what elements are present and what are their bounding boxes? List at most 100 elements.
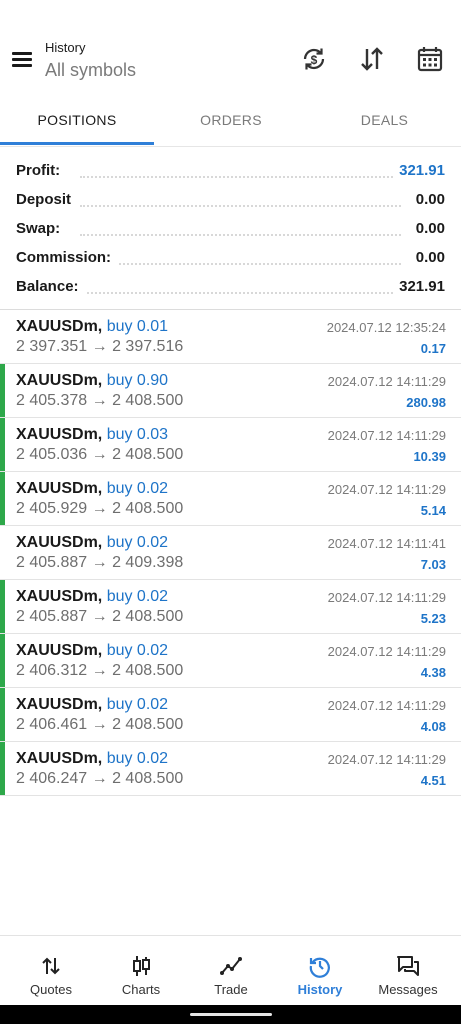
summary-row-balance: Balance: 321.91	[0, 274, 461, 303]
nav-label: Messages	[378, 982, 438, 997]
trade-profit: 280.98	[406, 395, 446, 410]
trade-direction: buy 0.02	[106, 480, 169, 497]
hamburger-menu-icon[interactable]	[12, 52, 32, 67]
home-gesture-handle[interactable]	[190, 1013, 272, 1016]
trade-direction: buy 0.02	[106, 534, 169, 551]
trade-direction: buy 0.03	[106, 426, 169, 443]
symbol-name: XAUUSDm,	[16, 588, 103, 605]
price-range: 2 406.247 → 2 408.500	[16, 770, 184, 787]
trade-time: 2024.07.12 14:11:29	[327, 698, 446, 713]
position-symbol: XAUUSDm, buy 0.02	[16, 750, 168, 768]
summary-row-deposit: Deposit 0.00	[0, 187, 461, 216]
price-range: 2 405.887 → 2 409.398	[16, 554, 184, 571]
trade-time: 2024.07.12 12:35:24	[326, 320, 446, 335]
trade-profit: 7.03	[420, 557, 446, 572]
trade-direction: buy 0.02	[106, 642, 169, 659]
nav-trade[interactable]: Trade	[185, 936, 277, 1006]
price-range: 2 397.351 → 2 397.516	[16, 338, 184, 355]
position-symbol: XAUUSDm, buy 0.02	[16, 696, 168, 714]
position-symbol: XAUUSDm, buy 0.02	[16, 642, 168, 660]
trade-direction: buy 0.90	[106, 372, 169, 389]
charts-icon	[133, 956, 150, 976]
position-row[interactable]: XAUUSDm, buy 0.03 2 405.036 → 2 408.500 …	[0, 418, 461, 472]
trade-profit: 0.17	[420, 341, 446, 356]
price-range: 2 406.461 → 2 408.500	[16, 716, 184, 733]
tab-positions[interactable]: POSITIONS	[0, 100, 154, 144]
trade-time: 2024.07.12 14:11:41	[327, 536, 446, 551]
summary-row-commission: Commission: 0.00	[0, 245, 461, 274]
history-icon	[309, 957, 330, 978]
calendar-icon[interactable]	[416, 45, 444, 73]
dotted-leader	[80, 176, 401, 178]
trade-direction: buy 0.01	[106, 318, 169, 335]
trade-icon	[220, 957, 242, 975]
nav-messages[interactable]: Messages	[362, 936, 454, 1006]
messages-icon	[397, 956, 419, 976]
symbol-name: XAUUSDm,	[16, 642, 103, 659]
bottom-navigation: Quotes Charts Trade History Messages	[0, 935, 461, 1006]
trade-time: 2024.07.12 14:11:29	[327, 428, 446, 443]
position-row[interactable]: XAUUSDm, buy 0.02 2 405.887 → 2 408.500 …	[0, 580, 461, 634]
position-row[interactable]: XAUUSDm, buy 0.01 2 397.351 → 2 397.516 …	[0, 310, 461, 364]
dotted-leader	[80, 292, 401, 294]
price-range: 2 405.378 → 2 408.500	[16, 392, 184, 409]
trade-profit: 5.14	[420, 503, 446, 518]
position-symbol: XAUUSDm, buy 0.03	[16, 426, 168, 444]
symbol-name: XAUUSDm,	[16, 372, 103, 389]
trade-profit: 4.51	[420, 773, 446, 788]
trade-direction: buy 0.02	[106, 696, 169, 713]
dotted-leader	[80, 263, 401, 265]
tab-bar: POSITIONS ORDERS DEALS	[0, 100, 461, 147]
position-row[interactable]: XAUUSDm, buy 0.02 2 406.461 → 2 408.500 …	[0, 688, 461, 742]
price-range: 2 405.036 → 2 408.500	[16, 446, 184, 463]
summary-value: 0.00	[409, 191, 445, 208]
summary-value: 321.91	[393, 278, 445, 295]
tab-deals[interactable]: DEALS	[308, 100, 461, 144]
sync-dollar-icon[interactable]: $	[300, 45, 328, 73]
nav-label: Quotes	[30, 982, 72, 997]
dotted-leader	[80, 234, 401, 236]
trade-profit: 4.38	[420, 665, 446, 680]
position-row[interactable]: XAUUSDm, buy 0.02 2 406.247 → 2 408.500 …	[0, 742, 461, 796]
trade-direction: buy 0.02	[106, 750, 169, 767]
symbol-name: XAUUSDm,	[16, 318, 103, 335]
summary-label: Deposit	[16, 191, 78, 208]
summary-label: Commission:	[16, 249, 118, 266]
trade-profit: 5.23	[420, 611, 446, 626]
nav-charts[interactable]: Charts	[95, 936, 187, 1006]
sort-icon[interactable]	[358, 45, 386, 73]
price-range: 2 405.929 → 2 408.500	[16, 500, 184, 517]
summary-panel: Profit: 321.91 Deposit 0.00 Swap: 0.00 C…	[0, 158, 461, 303]
nav-label: Trade	[214, 982, 248, 997]
symbol-name: XAUUSDm,	[16, 534, 103, 551]
trade-time: 2024.07.12 14:11:29	[327, 644, 446, 659]
tab-orders[interactable]: ORDERS	[154, 100, 308, 144]
trade-profit: 4.08	[420, 719, 446, 734]
price-range: 2 405.887 → 2 408.500	[16, 608, 184, 625]
nav-quotes[interactable]: Quotes	[5, 936, 97, 1006]
summary-value: 321.91	[393, 162, 445, 179]
summary-value: 0.00	[409, 249, 445, 266]
trade-direction: buy 0.02	[106, 588, 169, 605]
quotes-icon	[42, 957, 60, 975]
price-range: 2 406.312 → 2 408.500	[16, 662, 184, 679]
position-row[interactable]: XAUUSDm, buy 0.02 2 406.312 → 2 408.500 …	[0, 634, 461, 688]
dotted-leader	[80, 205, 401, 207]
trade-profit: 10.39	[413, 449, 446, 464]
nav-history[interactable]: History	[274, 936, 366, 1006]
position-symbol: XAUUSDm, buy 0.02	[16, 480, 168, 498]
symbol-name: XAUUSDm,	[16, 426, 103, 443]
symbol-filter[interactable]: All symbols	[45, 60, 136, 81]
position-symbol: XAUUSDm, buy 0.90	[16, 372, 168, 390]
position-row[interactable]: XAUUSDm, buy 0.02 2 405.887 → 2 409.398 …	[0, 526, 461, 580]
position-row[interactable]: XAUUSDm, buy 0.02 2 405.929 → 2 408.500 …	[0, 472, 461, 526]
position-symbol: XAUUSDm, buy 0.01	[16, 318, 168, 336]
position-row[interactable]: XAUUSDm, buy 0.90 2 405.378 → 2 408.500 …	[0, 364, 461, 418]
nav-label: History	[297, 982, 343, 997]
summary-row-swap: Swap: 0.00	[0, 216, 461, 245]
summary-label: Profit:	[16, 162, 67, 179]
trade-time: 2024.07.12 14:11:29	[327, 752, 446, 767]
page-title: History	[45, 40, 86, 55]
trade-time: 2024.07.12 14:11:29	[327, 482, 446, 497]
trade-time: 2024.07.12 14:11:29	[327, 374, 446, 389]
